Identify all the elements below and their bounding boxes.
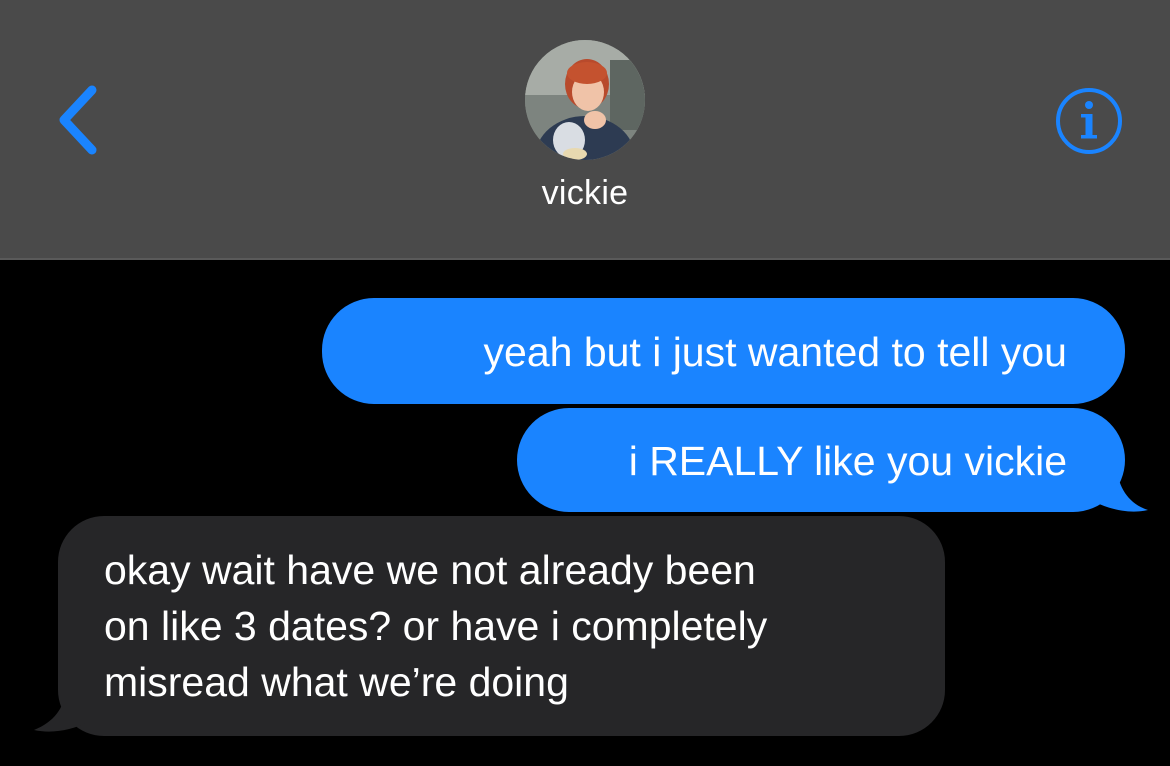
- contact-avatar[interactable]: [525, 40, 645, 160]
- contact-name[interactable]: vickie: [435, 174, 735, 213]
- info-button[interactable]: [1054, 86, 1124, 156]
- back-button[interactable]: [50, 80, 110, 160]
- chevron-left-icon: [59, 85, 97, 155]
- message-text-line: on like 3 dates? or have i completely: [104, 603, 768, 649]
- avatar-photo: [525, 40, 645, 160]
- conversation-header: vickie: [0, 0, 1170, 260]
- info-icon: [1056, 88, 1122, 154]
- outgoing-message[interactable]: i REALLY like you vickie: [517, 408, 1125, 512]
- message-text: yeah but i just wanted to tell you: [483, 329, 1067, 375]
- outgoing-bubble-tail: [1095, 470, 1153, 514]
- message-text-line: okay wait have we not already been: [104, 547, 756, 593]
- outgoing-message[interactable]: yeah but i just wanted to tell you: [322, 298, 1125, 404]
- messages-screen: vickie yeah but i just wanted to tell yo…: [0, 0, 1170, 766]
- message-text: i REALLY like you vickie: [628, 438, 1067, 484]
- message-text-line: misread what we’re doing: [104, 659, 569, 705]
- incoming-bubble-tail: [30, 690, 88, 734]
- incoming-message[interactable]: okay wait have we not already been on li…: [58, 516, 945, 736]
